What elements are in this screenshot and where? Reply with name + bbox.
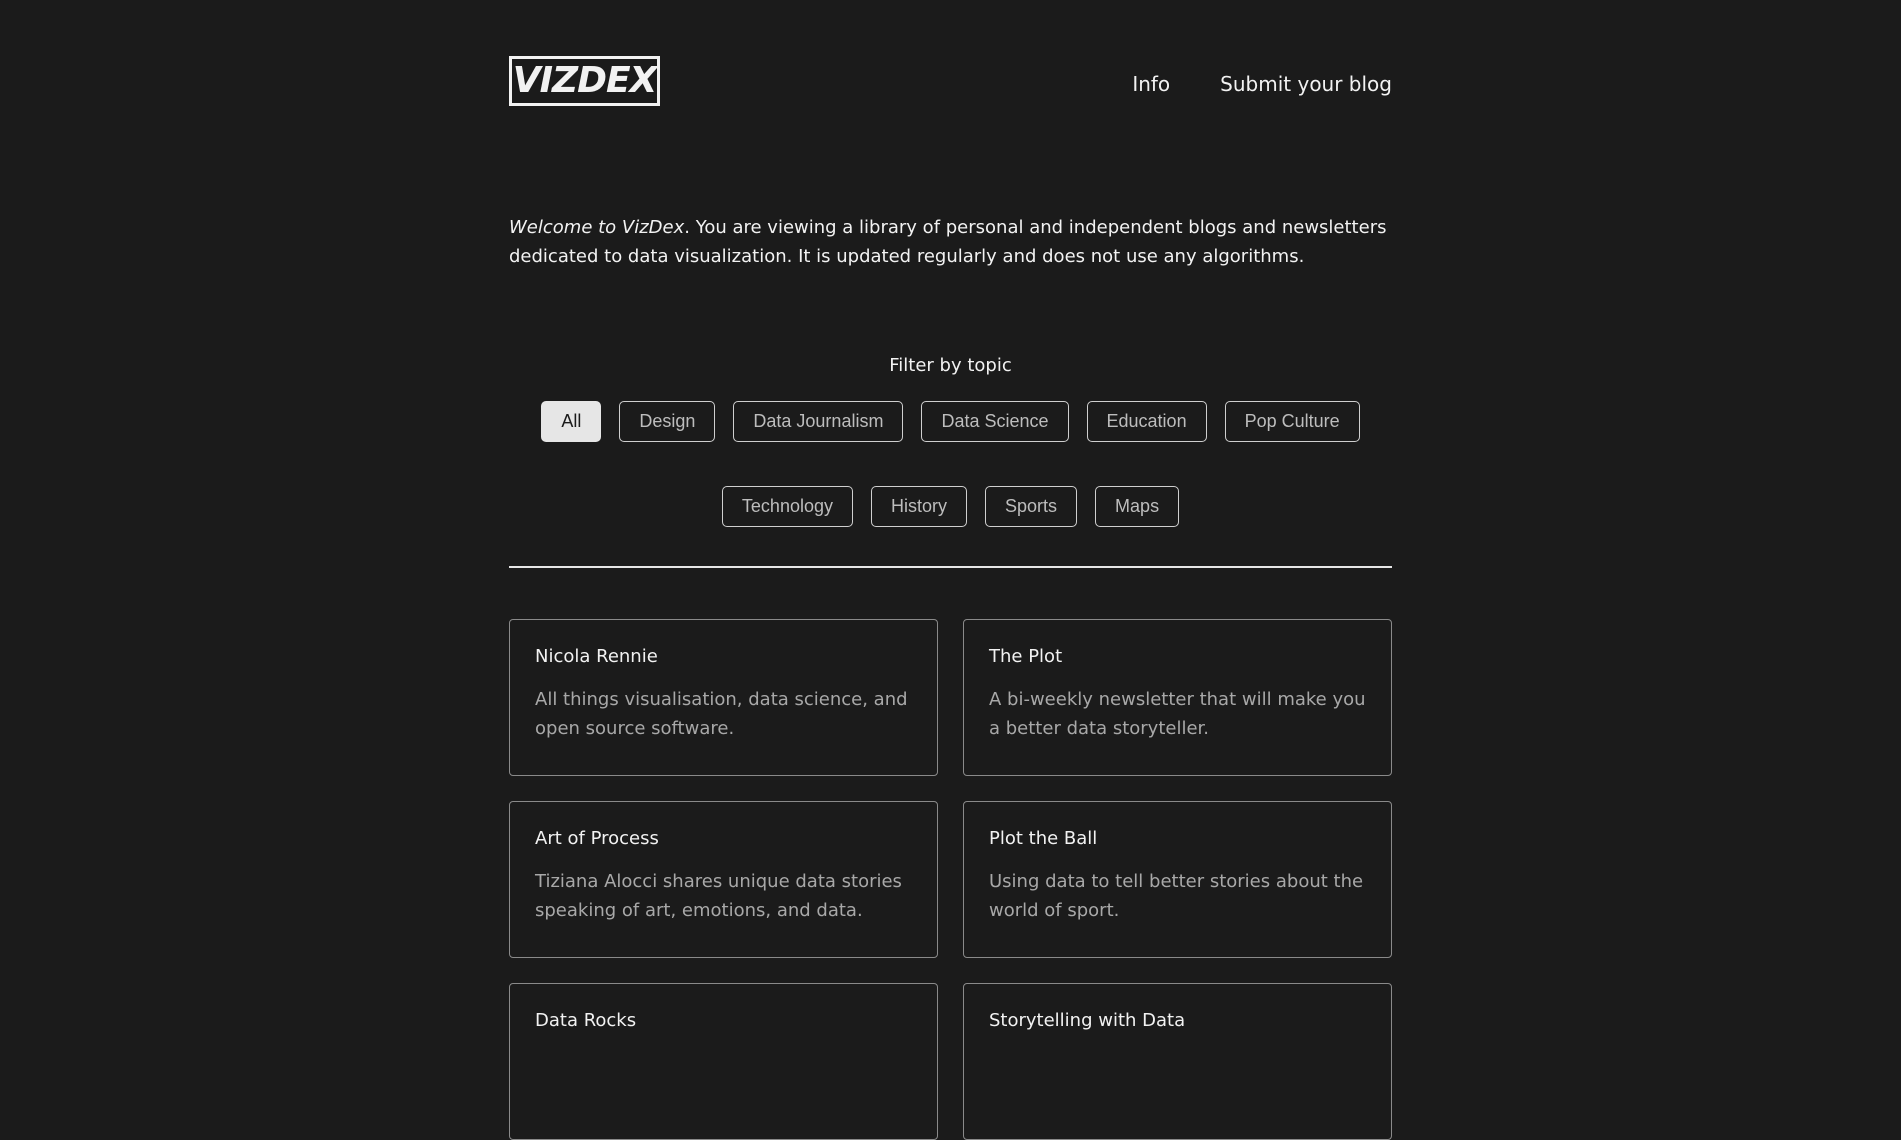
blog-card-title: Plot the Ball [989,828,1098,849]
filter-chip-data-journalism[interactable]: Data Journalism [733,401,904,442]
blog-card-title: Data Rocks [535,1010,637,1031]
blog-card-description: Tiziana Alocci shares unique data storie… [535,871,902,921]
blog-card-grid: Nicola Rennie All things visualisation, … [509,619,1392,1140]
filter-chip-maps[interactable]: Maps [1095,486,1180,527]
topic-filter-bar: All Design Data Journalism Data Science … [509,401,1392,527]
blog-card[interactable]: Plot the Ball Using data to tell better … [963,801,1392,958]
blog-card-description: All things visualisation, data science, … [535,689,908,739]
blog-card-title: The Plot [989,646,1063,667]
nav-link-info[interactable]: Info [1132,72,1170,96]
blog-card-description: Using data to tell better stories about … [989,871,1364,921]
top-nav: Info Submit your blog [1132,72,1392,96]
blog-card[interactable]: Art of Process Tiziana Alocci shares uni… [509,801,938,958]
filter-chip-history[interactable]: History [871,486,968,527]
vizdex-logo[interactable]: VIZDEX [509,56,660,106]
blog-card-description: A bi-weekly newsletter that will make yo… [989,689,1366,739]
filter-chip-data-science[interactable]: Data Science [921,401,1069,442]
blog-card-title: Art of Process [535,828,659,849]
blog-card-title: Nicola Rennie [535,646,658,667]
section-divider [509,566,1392,568]
blog-card[interactable]: Data Rocks [509,983,938,1140]
blog-card[interactable]: Storytelling with Data [963,983,1392,1140]
filter-title: Filter by topic [889,355,1012,376]
filter-chip-pop-culture[interactable]: Pop Culture [1224,401,1360,442]
blog-card-title: Storytelling with Data [989,1010,1186,1031]
filter-chip-all[interactable]: All [541,401,602,442]
blog-card[interactable]: Nicola Rennie All things visualisation, … [509,619,938,776]
filter-chip-education[interactable]: Education [1086,401,1207,442]
nav-link-submit-blog[interactable]: Submit your blog [1220,72,1392,96]
filter-chip-sports[interactable]: Sports [985,486,1078,527]
welcome-italic: Welcome to VizDex [509,217,685,238]
filter-chip-design[interactable]: Design [619,401,716,442]
site-header: VIZDEX Info Submit your blog [509,56,1392,106]
blog-card[interactable]: The Plot A bi-weekly newsletter that wil… [963,619,1392,776]
filter-chip-technology[interactable]: Technology [721,486,853,527]
welcome-text: Welcome to VizDex. You are viewing a lib… [509,213,1392,271]
